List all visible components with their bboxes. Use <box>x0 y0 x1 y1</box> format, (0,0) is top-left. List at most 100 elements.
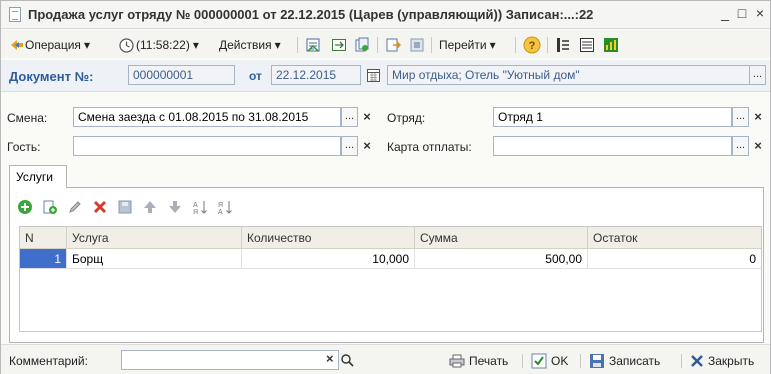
movements-button[interactable] <box>331 36 347 54</box>
organization-select-button[interactable]: ... <box>749 65 766 85</box>
detachment-label: Отряд: <box>387 111 426 125</box>
search-icon[interactable] <box>341 354 354 370</box>
detachment-field[interactable]: Отряд 1 <box>493 107 732 127</box>
operation-menu[interactable]: Операция ▾ <box>9 36 90 54</box>
quantity-cell[interactable]: 10,000 <box>242 249 415 269</box>
services-table[interactable]: N Услуга Количество Сумма Остаток 1 Борщ… <box>19 226 762 332</box>
create-based-on-icon <box>386 38 401 52</box>
row-number-cell[interactable]: 1 <box>20 249 67 269</box>
copy-row-icon[interactable] <box>42 199 58 215</box>
actions-label: Действия <box>219 38 272 52</box>
toolbar-separator <box>547 37 548 53</box>
shift-clear-button[interactable]: × <box>360 107 374 127</box>
document-window: Продажа услуг отряду № 000000001 от 22.1… <box>0 0 771 374</box>
post-button[interactable] <box>305 36 321 54</box>
chevron-down-icon: ▾ <box>83 38 90 52</box>
service-cell[interactable]: Борщ <box>67 249 242 269</box>
goto-menu[interactable]: Перейти ▾ <box>439 36 496 54</box>
help-button[interactable]: ? <box>523 36 541 54</box>
document-number-field[interactable]: 000000001 <box>128 65 235 85</box>
edit-row-icon[interactable] <box>67 199 83 215</box>
actions-menu[interactable]: Действия ▾ <box>219 36 281 54</box>
toolbar-separator <box>431 37 432 53</box>
move-down-icon[interactable] <box>167 199 183 215</box>
guest-select-button[interactable]: ... <box>341 136 358 156</box>
operation-label: Операция <box>25 38 81 52</box>
document-journal-button[interactable] <box>555 36 571 54</box>
structure-icon <box>410 38 424 52</box>
ok-label: OK <box>551 354 569 368</box>
maximize-button[interactable]: □ <box>734 5 750 21</box>
title-bar: Продажа услуг отряду № 000000001 от 22.1… <box>1 1 770 29</box>
comment-clear-button[interactable]: × <box>326 351 334 366</box>
copy-button[interactable] <box>354 36 370 54</box>
save-disk-icon <box>590 354 604 368</box>
shift-label: Смена: <box>7 111 48 125</box>
detachment-select-button[interactable]: ... <box>732 107 749 127</box>
toolbar-separator <box>377 37 378 53</box>
document-date-field[interactable]: 22.12.2015 <box>271 65 361 85</box>
sort-descending-icon[interactable]: ЯА <box>217 199 233 215</box>
guest-clear-button[interactable]: × <box>360 136 374 156</box>
column-header-sum[interactable]: Сумма <box>415 227 588 249</box>
move-up-icon[interactable] <box>142 199 158 215</box>
tab-services[interactable]: Услуги <box>9 165 67 188</box>
toolbar-separator <box>515 37 516 53</box>
help-icon: ? <box>523 36 541 54</box>
column-header-quantity[interactable]: Количество <box>242 227 415 249</box>
sum-cell[interactable]: 500,00 <box>415 249 588 269</box>
shift-select-button[interactable]: ... <box>341 107 358 127</box>
printer-icon <box>449 354 465 368</box>
delete-row-icon[interactable] <box>92 199 108 215</box>
add-row-icon[interactable] <box>17 199 33 215</box>
time-menu[interactable]: (11:58:22) ▾ <box>119 36 199 54</box>
payment-card-clear-button[interactable]: × <box>751 136 765 156</box>
svg-text:А: А <box>218 209 223 215</box>
document-date-label: от <box>249 69 262 83</box>
toolbar-separator <box>297 37 298 53</box>
svg-text:Я: Я <box>218 202 223 209</box>
print-button[interactable]: Печать <box>449 353 508 369</box>
calendar-icon[interactable] <box>367 69 380 85</box>
report-icon <box>604 38 618 52</box>
close-button[interactable]: Закрыть <box>690 353 754 369</box>
column-header-service[interactable]: Услуга <box>67 227 242 249</box>
sort-ascending-icon[interactable]: АЯ <box>192 199 208 215</box>
svg-text:Я: Я <box>193 209 198 215</box>
save-label: Записать <box>609 354 661 368</box>
ok-button[interactable]: OK <box>531 353 568 369</box>
document-icon <box>9 7 21 22</box>
table-toolbar: АЯ ЯА <box>17 197 233 217</box>
remainder-cell[interactable]: 0 <box>588 249 761 269</box>
payment-card-select-button[interactable]: ... <box>732 136 749 156</box>
close-window-button[interactable]: × <box>752 5 768 21</box>
minimize-button[interactable]: _ <box>717 5 733 21</box>
ok-check-icon <box>531 353 547 369</box>
footer-separator <box>681 354 682 368</box>
payment-card-label: Карта отплаты: <box>387 140 472 154</box>
comment-label: Комментарий: <box>9 354 88 368</box>
shift-field[interactable]: Смена заезда с 01.08.2015 по 31.08.2015 <box>73 107 341 127</box>
column-header-remainder[interactable]: Остаток <box>588 227 761 249</box>
clock-icon <box>119 37 134 53</box>
organization-field[interactable]: Мир отдыха; Отель "Уютный дом" <box>387 65 750 85</box>
based-on-button[interactable] <box>385 36 401 54</box>
journal-icon <box>557 38 569 52</box>
footer-separator <box>580 354 581 368</box>
payment-card-field[interactable] <box>493 136 732 156</box>
list-button[interactable] <box>579 36 595 54</box>
movements-icon <box>332 39 346 51</box>
guest-field[interactable] <box>73 136 341 156</box>
column-header-n[interactable]: N <box>20 227 67 249</box>
window-title: Продажа услуг отряду № 000000001 от 22.1… <box>28 7 594 22</box>
structure-button[interactable] <box>409 36 425 54</box>
end-edit-icon[interactable] <box>117 199 133 215</box>
detachment-clear-button[interactable]: × <box>751 107 765 127</box>
guest-label: Гость: <box>7 140 41 154</box>
document-header: Документ №: 000000001 от 22.12.2015 Мир … <box>1 60 770 92</box>
goto-label: Перейти <box>439 38 487 52</box>
footer-bar: Комментарий: × Печать OK Записать Закрыт… <box>1 344 770 374</box>
comment-field[interactable] <box>121 350 339 370</box>
report-button[interactable] <box>603 36 619 54</box>
save-button[interactable]: Записать <box>589 353 660 369</box>
